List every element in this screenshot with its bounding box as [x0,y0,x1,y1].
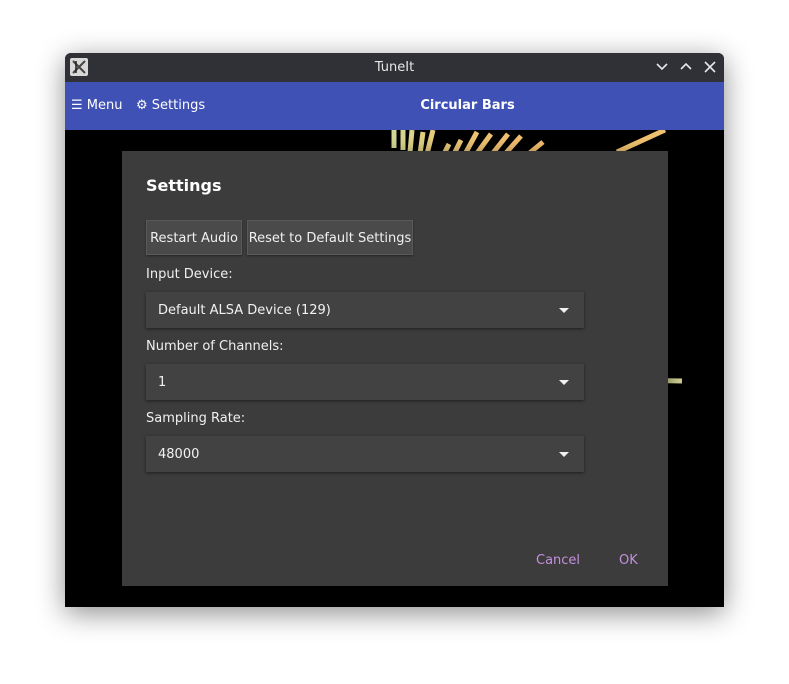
input-device-select[interactable]: Default ALSA Device (129) [146,292,584,328]
dialog-title: Settings [146,176,222,195]
dropdown-arrow-icon [559,308,569,313]
input-device-value: Default ALSA Device (129) [158,303,331,318]
sampling-rate-select[interactable]: 48000 [146,436,584,472]
cancel-button[interactable]: Cancel [536,553,580,568]
channels-value: 1 [158,375,167,390]
channels-label: Number of Channels: [146,339,284,354]
sampling-rate-value: 48000 [158,447,200,462]
settings-dialog: Settings Restart Audio Reset to Default … [122,151,668,586]
channels-select[interactable]: 1 [146,364,584,400]
input-device-label: Input Device: [146,267,233,282]
dropdown-arrow-icon [559,380,569,385]
close-icon[interactable] [701,58,719,76]
minimize-icon[interactable] [653,58,671,76]
restart-audio-button[interactable]: Restart Audio [146,220,242,255]
ok-button[interactable]: OK [619,553,638,568]
app-bar: ☰ Menu ⚙ Settings Circular Bars [65,82,724,130]
window-title: TuneIt [374,60,415,75]
app-window: TuneIt ☰ Menu ⚙ Settings Circular Bars S… [65,53,724,607]
visualizer-title: Circular Bars [420,98,515,113]
maximize-icon[interactable] [677,58,695,76]
sampling-rate-label: Sampling Rate: [146,411,246,426]
reset-defaults-button[interactable]: Reset to Default Settings [247,220,413,255]
dropdown-arrow-icon [559,452,569,457]
title-bar[interactable]: TuneIt [65,53,724,82]
